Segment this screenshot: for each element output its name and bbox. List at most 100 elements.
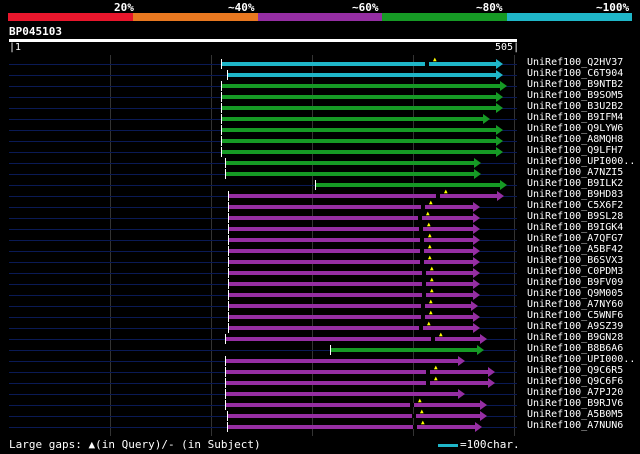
hit-end-arrow bbox=[474, 169, 481, 179]
hit-bar[interactable]: ▲ bbox=[225, 397, 487, 410]
hit-start-tick bbox=[228, 191, 229, 201]
hit-end-arrow bbox=[477, 345, 484, 355]
hit-label[interactable]: UniRef100_B6SVX3 bbox=[527, 255, 623, 266]
hit-bar[interactable] bbox=[225, 158, 481, 168]
hit-bar[interactable]: ▲ bbox=[228, 199, 480, 212]
query-gap-marker: ▲ bbox=[439, 331, 443, 338]
hit-end-arrow bbox=[473, 268, 480, 278]
hit-label[interactable]: UniRef100_B9RJV6 bbox=[527, 398, 623, 409]
hit-label[interactable]: UniRef100_C5WNF6 bbox=[527, 310, 623, 321]
hit-end-arrow bbox=[473, 246, 480, 256]
hit-label[interactable]: UniRef100_B9SOM5 bbox=[527, 90, 623, 101]
hit-bar[interactable] bbox=[221, 147, 503, 157]
hit-label[interactable]: UniRef100_Q2HV37 bbox=[527, 57, 623, 68]
hit-label[interactable]: UniRef100_A8MQH8 bbox=[527, 134, 623, 145]
hit-label[interactable]: UniRef100_C5X6F2 bbox=[527, 200, 623, 211]
hit-label[interactable]: UniRef100_A7QFG7 bbox=[527, 233, 623, 244]
hit-bar[interactable]: ▲ bbox=[227, 419, 482, 432]
hit-label[interactable]: UniRef100_Q9M005 bbox=[527, 288, 623, 299]
hit-bar[interactable] bbox=[221, 81, 507, 91]
query-gap-marker: ▲ bbox=[429, 298, 433, 305]
hit-label[interactable]: UniRef100_Q9C6R5 bbox=[527, 365, 623, 376]
hit-bar[interactable]: ▲ bbox=[228, 210, 480, 223]
hit-bar[interactable] bbox=[221, 92, 503, 102]
scale-bar bbox=[438, 443, 458, 447]
hit-label[interactable]: UniRef100_A7NUN6 bbox=[527, 420, 623, 431]
hit-start-tick bbox=[228, 268, 229, 278]
hit-label[interactable]: UniRef100_B9IFM4 bbox=[527, 112, 623, 123]
hit-start-tick bbox=[221, 147, 222, 157]
hit-label[interactable]: UniRef100_B9SL28 bbox=[527, 211, 623, 222]
hit-label[interactable]: UniRef100_B9GN28 bbox=[527, 332, 623, 343]
hit-bar[interactable]: ▲ bbox=[225, 375, 495, 388]
hit-start-tick bbox=[221, 92, 222, 102]
hit-label[interactable]: UniRef100_B9FV09 bbox=[527, 277, 623, 288]
hit-start-tick bbox=[228, 213, 229, 223]
hit-bar[interactable] bbox=[221, 114, 490, 124]
hit-label[interactable]: UniRef100_B8B6A6 bbox=[527, 343, 623, 354]
hit-bar[interactable]: ▲ bbox=[228, 276, 480, 289]
hit-bar[interactable]: ▲ bbox=[228, 221, 480, 234]
hit-start-tick bbox=[225, 378, 226, 388]
hit-start-tick bbox=[227, 411, 228, 421]
hit-row[interactable]: ▲ UniRef100_A7NUN6 bbox=[0, 419, 640, 433]
hit-label[interactable]: UniRef100_Q9C6F6 bbox=[527, 376, 623, 387]
subject-gap bbox=[422, 293, 426, 297]
hit-bar[interactable]: ▲ bbox=[228, 243, 480, 256]
hit-bar[interactable]: ▲ bbox=[228, 287, 480, 300]
hit-end-arrow bbox=[496, 70, 503, 80]
hit-bar[interactable] bbox=[221, 125, 503, 135]
hit-label[interactable]: UniRef100_Q9LFH7 bbox=[527, 145, 623, 156]
hit-label[interactable]: UniRef100_A5BF42 bbox=[527, 244, 623, 255]
hit-bar[interactable] bbox=[221, 136, 503, 146]
hit-bar[interactable]: ▲ bbox=[227, 408, 487, 421]
hit-bar[interactable]: ▲ bbox=[228, 298, 478, 311]
hit-bar[interactable] bbox=[225, 169, 481, 179]
hit-bar[interactable]: ▲ bbox=[228, 232, 480, 245]
hit-label[interactable]: UniRef100_A7NZI5 bbox=[527, 167, 623, 178]
hit-end-arrow bbox=[473, 235, 480, 245]
hit-bar[interactable]: ▲ bbox=[225, 331, 487, 344]
hit-label[interactable]: UniRef100_A7NY60 bbox=[527, 299, 623, 310]
hit-bar[interactable] bbox=[227, 70, 503, 80]
hit-bar[interactable]: ▲ bbox=[228, 254, 480, 267]
hit-label[interactable]: UniRef100_B9HD83 bbox=[527, 189, 623, 200]
query-gap-marker: ▲ bbox=[421, 419, 425, 426]
hit-bar[interactable]: ▲ bbox=[228, 265, 480, 278]
query-gap-marker: ▲ bbox=[444, 188, 448, 195]
hit-label[interactable]: UniRef100_A5B0M5 bbox=[527, 409, 623, 420]
hit-bar[interactable]: ▲ bbox=[221, 56, 503, 69]
hit-label[interactable]: UniRef100_C0PDM3 bbox=[527, 266, 623, 277]
hit-bar[interactable]: ▲ bbox=[225, 364, 495, 377]
hit-bar[interactable] bbox=[221, 103, 503, 113]
hit-end-arrow bbox=[473, 213, 480, 223]
hit-bar[interactable] bbox=[225, 389, 465, 399]
hit-end-arrow bbox=[500, 180, 507, 190]
hit-bar[interactable]: ▲ bbox=[228, 309, 480, 322]
hit-label[interactable]: UniRef100_B9IGK4 bbox=[527, 222, 623, 233]
subject-gap bbox=[413, 425, 417, 429]
hit-start-tick bbox=[228, 257, 229, 267]
hit-label[interactable]: UniRef100_UPI000.. bbox=[527, 156, 635, 167]
hit-bar[interactable] bbox=[330, 345, 484, 355]
hit-start-tick bbox=[315, 180, 316, 190]
hit-start-tick bbox=[228, 312, 229, 322]
hit-bar[interactable]: ▲ bbox=[228, 320, 480, 333]
hit-start-tick bbox=[228, 224, 229, 234]
hit-label[interactable]: UniRef100_C6T904 bbox=[527, 68, 623, 79]
hit-label[interactable]: UniRef100_B3U2B2 bbox=[527, 101, 623, 112]
hit-label[interactable]: UniRef100_A7PJ20 bbox=[527, 387, 623, 398]
hit-label[interactable]: UniRef100_A9SZ39 bbox=[527, 321, 623, 332]
hit-label[interactable]: UniRef100_B9NTB2 bbox=[527, 79, 623, 90]
hit-label[interactable]: UniRef100_Q9LYW6 bbox=[527, 123, 623, 134]
hit-start-tick bbox=[225, 367, 226, 377]
subject-gap bbox=[422, 271, 426, 275]
subject-gap bbox=[418, 216, 422, 220]
hit-label[interactable]: UniRef100_B9ILK2 bbox=[527, 178, 623, 189]
hit-end-arrow bbox=[497, 191, 504, 201]
hit-bar[interactable]: ▲ bbox=[228, 188, 504, 201]
hit-bar[interactable] bbox=[225, 356, 465, 366]
hit-bar[interactable] bbox=[315, 180, 507, 190]
subject-gap bbox=[426, 370, 430, 374]
hit-label[interactable]: UniRef100_UPI000.. bbox=[527, 354, 635, 365]
